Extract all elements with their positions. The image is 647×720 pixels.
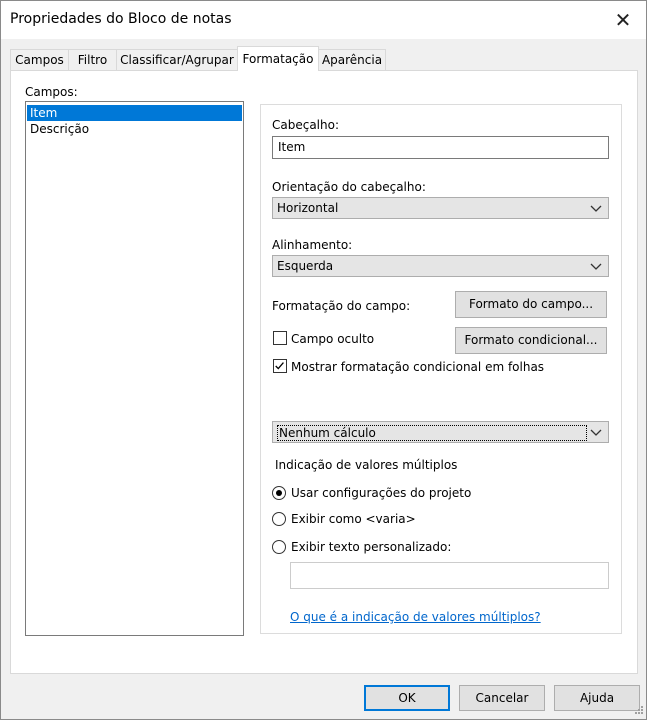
radio-project-settings[interactable]	[272, 486, 286, 500]
calculation-select[interactable]: Nenhum cálculo	[272, 421, 609, 443]
fields-label: Campos:	[25, 85, 78, 99]
close-icon: ✕	[614, 8, 632, 32]
ok-button[interactable]: OK	[364, 685, 450, 711]
radio-custom-label: Exibir texto personalizado:	[291, 540, 452, 554]
custom-text-input[interactable]	[290, 562, 609, 589]
field-format-button[interactable]: Formato do campo...	[455, 291, 607, 318]
hidden-field-label: Campo oculto	[291, 332, 375, 346]
fields-listbox[interactable]: Item Descrição	[25, 101, 244, 636]
chevron-down-icon	[590, 205, 602, 212]
tab-formatacao[interactable]: Formatação	[237, 46, 319, 71]
tab-label: Campos	[15, 53, 64, 67]
show-conditional-checkbox[interactable]	[273, 359, 287, 373]
window-title: Propriedades do Bloco de notas	[10, 11, 232, 27]
list-item[interactable]: Descrição	[27, 121, 242, 137]
orientation-label: Orientação do cabeçalho:	[272, 180, 426, 194]
list-item[interactable]: Item	[27, 105, 242, 121]
header-input[interactable]: Item	[272, 136, 609, 159]
cancel-button[interactable]: Cancelar	[459, 685, 545, 711]
radio-varies-label: Exibir como <varia>	[291, 512, 416, 526]
properties-dialog: Propriedades do Bloco de notas ✕ Campos …	[0, 0, 647, 720]
alignment-label: Alinhamento:	[272, 238, 353, 252]
multi-values-help-link[interactable]: O que é a indicação de valores múltiplos…	[290, 610, 541, 624]
radio-project-label: Usar configurações do projeto	[291, 486, 472, 500]
chevron-down-icon	[590, 429, 602, 436]
show-conditional-label: Mostrar formatação condicional em folhas	[291, 360, 545, 374]
tab-filtro[interactable]: Filtro	[68, 49, 117, 70]
close-button[interactable]: ✕	[600, 1, 646, 39]
tab-campos[interactable]: Campos	[10, 49, 69, 70]
tab-label: Filtro	[77, 53, 108, 67]
help-button[interactable]: Ajuda	[554, 685, 640, 711]
resize-grip-icon[interactable]	[632, 705, 644, 717]
title-bar: Propriedades do Bloco de notas ✕	[1, 1, 646, 39]
alignment-value: Esquerda	[277, 259, 334, 273]
tab-label: Aparência	[321, 53, 383, 67]
hidden-field-checkbox[interactable]	[273, 331, 287, 345]
tab-label: Classificar/Agrupar	[120, 53, 234, 67]
field-format-label: Formatação do campo:	[272, 299, 411, 313]
alignment-select[interactable]: Esquerda	[272, 255, 609, 277]
multi-values-heading: Indicação de valores múltiplos	[275, 458, 458, 472]
chevron-down-icon	[590, 263, 602, 270]
orientation-value: Horizontal	[277, 201, 339, 215]
radio-custom-text[interactable]	[272, 540, 286, 554]
tab-classificar-agrupar[interactable]: Classificar/Agrupar	[116, 49, 238, 70]
orientation-select[interactable]: Horizontal	[272, 197, 609, 219]
radio-dot	[276, 490, 282, 496]
header-label: Cabeçalho:	[272, 118, 340, 132]
radio-show-varies[interactable]	[272, 512, 286, 526]
calculation-value: Nenhum cálculo	[277, 425, 587, 441]
header-input-value: Item	[278, 140, 306, 154]
tab-aparencia[interactable]: Aparência	[318, 49, 386, 70]
tab-label: Formatação	[242, 52, 314, 66]
conditional-format-button[interactable]: Formato condicional...	[455, 327, 607, 354]
checkmark-icon	[275, 362, 284, 370]
